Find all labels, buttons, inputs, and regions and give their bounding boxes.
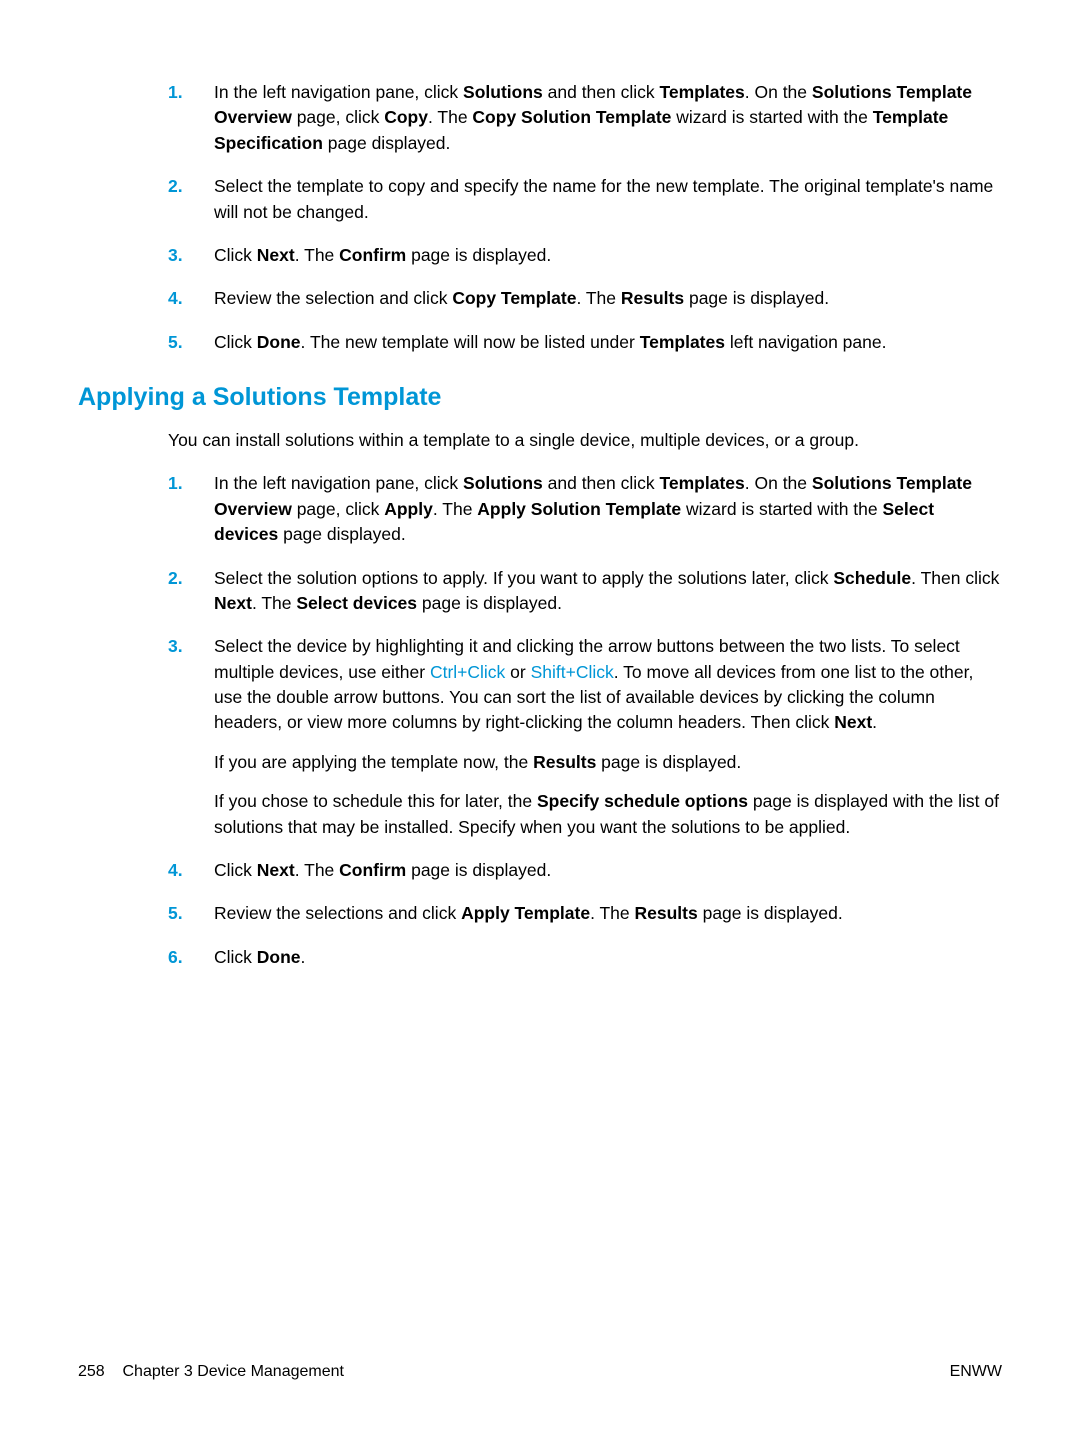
paragraph: Click Next. The Confirm page is displaye… xyxy=(214,858,1002,883)
list-item-body: Click Next. The Confirm page is displaye… xyxy=(214,243,1002,268)
paragraph: In the left navigation pane, click Solut… xyxy=(214,471,1002,547)
list-number: 2. xyxy=(168,174,190,225)
bold-text: Specify schedule options xyxy=(537,791,748,811)
bold-text: Confirm xyxy=(339,860,406,880)
list-item: 3. Click Next. The Confirm page is displa… xyxy=(168,243,1002,268)
list-number: 4. xyxy=(168,858,190,883)
list-item: 3.Select the device by highlighting it a… xyxy=(168,634,1002,840)
list-item: 2. Select the solution options to apply. … xyxy=(168,566,1002,617)
chapter-label: Chapter 3 Device Management xyxy=(123,1363,344,1380)
list-item-body: Click Done. xyxy=(214,945,1002,970)
bold-text: Copy Template xyxy=(452,288,576,308)
paragraph: If you are applying the template now, th… xyxy=(214,750,1002,775)
list-item-body: Review the selections and click Apply Te… xyxy=(214,901,1002,926)
bold-text: Copy Solution Template xyxy=(472,107,671,127)
list-number: 5. xyxy=(168,330,190,355)
bold-text: Apply xyxy=(384,499,433,519)
list-number: 6. xyxy=(168,945,190,970)
list-item: 6. Click Done. xyxy=(168,945,1002,970)
document-page: 1. In the left navigation pane, click Sol… xyxy=(0,0,1080,1437)
bold-text: Schedule xyxy=(833,568,911,588)
bold-text: Done xyxy=(257,947,301,967)
inline-link[interactable]: Ctrl+Click xyxy=(430,662,505,682)
bold-text: Next xyxy=(257,245,295,265)
bold-text: Copy xyxy=(384,107,428,127)
list-item-body: Click Done. The new template will now be… xyxy=(214,330,1002,355)
paragraph: Click Done. xyxy=(214,945,1002,970)
paragraph: Review the selection and click Copy Temp… xyxy=(214,286,1002,311)
list-item: 5. Click Done. The new template will now … xyxy=(168,330,1002,355)
bold-text: Templates xyxy=(640,332,725,352)
list-item-body: Select the template to copy and specify … xyxy=(214,174,1002,225)
list-item: 4. Review the selection and click Copy Te… xyxy=(168,286,1002,311)
paragraph: Review the selections and click Apply Te… xyxy=(214,901,1002,926)
content-area: 1. In the left navigation pane, click Sol… xyxy=(168,80,1002,970)
bold-text: Next xyxy=(257,860,295,880)
list-number: 3. xyxy=(168,634,190,840)
bold-text: Solutions xyxy=(463,82,543,102)
paragraph: Click Next. The Confirm page is displaye… xyxy=(214,243,1002,268)
bold-text: Next xyxy=(214,593,252,613)
list-item-body: Select the solution options to apply. If… xyxy=(214,566,1002,617)
bold-text: Apply Solution Template xyxy=(477,499,681,519)
list-number: 1. xyxy=(168,80,190,156)
page-number: 258 xyxy=(78,1363,105,1380)
list-item: 1. In the left navigation pane, click Sol… xyxy=(168,471,1002,547)
bold-text: Select devices xyxy=(296,593,417,613)
paragraph: Click Done. The new template will now be… xyxy=(214,330,1002,355)
page-footer: 258 Chapter 3 Device Management ENWW xyxy=(78,1363,1002,1381)
intro-paragraph: You can install solutions within a templ… xyxy=(168,428,1002,453)
list-number: 4. xyxy=(168,286,190,311)
ordered-list-copy-template: 1. In the left navigation pane, click Sol… xyxy=(168,80,1002,355)
paragraph: Select the device by highlighting it and… xyxy=(214,634,1002,736)
footer-left: 258 Chapter 3 Device Management xyxy=(78,1363,344,1381)
list-item-body: Select the device by highlighting it and… xyxy=(214,634,1002,840)
bold-text: Done xyxy=(257,332,301,352)
bold-text: Results xyxy=(635,903,698,923)
list-item-body: Click Next. The Confirm page is displaye… xyxy=(214,858,1002,883)
paragraph: If you chose to schedule this for later,… xyxy=(214,789,1002,840)
list-number: 3. xyxy=(168,243,190,268)
footer-right: ENWW xyxy=(950,1363,1002,1381)
section-heading: Applying a Solutions Template xyxy=(78,383,1002,412)
inline-link[interactable]: Shift+Click xyxy=(531,662,614,682)
list-number: 5. xyxy=(168,901,190,926)
list-item-body: Review the selection and click Copy Temp… xyxy=(214,286,1002,311)
list-item-body: In the left navigation pane, click Solut… xyxy=(214,80,1002,156)
list-item: 5. Review the selections and click Apply … xyxy=(168,901,1002,926)
ordered-list-apply-template: 1. In the left navigation pane, click Sol… xyxy=(168,471,1002,970)
paragraph: Select the template to copy and specify … xyxy=(214,174,1002,225)
bold-text: Results xyxy=(621,288,684,308)
bold-text: Solutions xyxy=(463,473,543,493)
paragraph: In the left navigation pane, click Solut… xyxy=(214,80,1002,156)
bold-text: Confirm xyxy=(339,245,406,265)
list-item: 1. In the left navigation pane, click Sol… xyxy=(168,80,1002,156)
list-number: 1. xyxy=(168,471,190,547)
list-number: 2. xyxy=(168,566,190,617)
bold-text: Apply Template xyxy=(461,903,590,923)
list-item: 4. Click Next. The Confirm page is displa… xyxy=(168,858,1002,883)
bold-text: Next xyxy=(834,712,872,732)
list-item-body: In the left navigation pane, click Solut… xyxy=(214,471,1002,547)
bold-text: Templates xyxy=(660,473,745,493)
bold-text: Templates xyxy=(660,82,745,102)
list-item: 2. Select the template to copy and specif… xyxy=(168,174,1002,225)
bold-text: Results xyxy=(533,752,596,772)
paragraph: Select the solution options to apply. If… xyxy=(214,566,1002,617)
